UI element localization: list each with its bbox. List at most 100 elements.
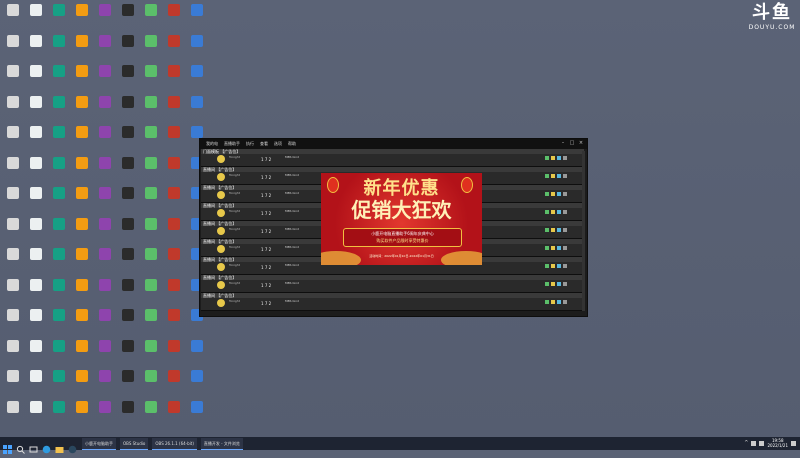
refresh-icon[interactable] bbox=[557, 174, 561, 178]
desktop-shortcut-icon[interactable] bbox=[94, 185, 116, 215]
desktop-shortcut-icon[interactable] bbox=[71, 63, 93, 93]
desktop-shortcut-icon[interactable] bbox=[48, 124, 70, 154]
desktop-shortcut-icon[interactable] bbox=[48, 185, 70, 215]
play-icon[interactable] bbox=[545, 300, 549, 304]
desktop-shortcut-icon[interactable] bbox=[71, 33, 93, 63]
play-icon[interactable] bbox=[545, 210, 549, 214]
desktop-shortcut-icon[interactable] bbox=[140, 2, 162, 32]
more-icon[interactable] bbox=[563, 228, 567, 232]
desktop-shortcut-icon[interactable] bbox=[140, 185, 162, 215]
desktop-shortcut-icon[interactable] bbox=[48, 33, 70, 63]
task-view-icon[interactable] bbox=[29, 439, 39, 453]
notification-icon[interactable] bbox=[791, 440, 796, 446]
desktop-shortcut-icon[interactable] bbox=[117, 124, 139, 154]
taskbar-app[interactable]: 直播开发 - 文件浏览 bbox=[200, 437, 243, 450]
desktop-shortcut-icon[interactable] bbox=[163, 94, 185, 124]
desktop-shortcut-icon[interactable] bbox=[2, 94, 24, 124]
desktop-shortcut-icon[interactable] bbox=[163, 63, 185, 93]
desktop-shortcut-icon[interactable] bbox=[163, 2, 185, 32]
network-icon[interactable] bbox=[751, 440, 757, 446]
desktop-shortcut-icon[interactable] bbox=[2, 2, 24, 32]
menu-item[interactable]: 帮助 bbox=[288, 141, 296, 147]
desktop-shortcut-icon[interactable] bbox=[25, 368, 47, 398]
more-icon[interactable] bbox=[563, 174, 567, 178]
desktop-shortcut-icon[interactable] bbox=[186, 399, 208, 429]
desktop-shortcut-icon[interactable] bbox=[2, 33, 24, 63]
taskbar-app[interactable]: OBS Studio bbox=[120, 437, 149, 450]
desktop-shortcut-icon[interactable] bbox=[140, 368, 162, 398]
more-icon[interactable] bbox=[563, 264, 567, 268]
desktop-shortcut-icon[interactable] bbox=[140, 307, 162, 337]
refresh-icon[interactable] bbox=[557, 300, 561, 304]
edit-icon[interactable] bbox=[551, 228, 555, 232]
maximize-icon[interactable]: □ bbox=[569, 140, 575, 146]
desktop-shortcut-icon[interactable] bbox=[186, 63, 208, 93]
desktop-shortcut-icon[interactable] bbox=[117, 399, 139, 429]
desktop-shortcut-icon[interactable] bbox=[94, 124, 116, 154]
desktop-shortcut-icon[interactable] bbox=[94, 399, 116, 429]
desktop-shortcut-icon[interactable] bbox=[140, 94, 162, 124]
desktop-shortcut-icon[interactable] bbox=[71, 94, 93, 124]
desktop-shortcut-icon[interactable] bbox=[71, 399, 93, 429]
menu-item[interactable]: 选项 bbox=[274, 141, 282, 147]
edit-icon[interactable] bbox=[551, 174, 555, 178]
desktop-shortcut-icon[interactable] bbox=[2, 307, 24, 337]
desktop-shortcut-icon[interactable] bbox=[48, 94, 70, 124]
desktop-shortcut-icon[interactable] bbox=[71, 124, 93, 154]
desktop-shortcut-icon[interactable] bbox=[94, 33, 116, 63]
desktop-shortcut-icon[interactable] bbox=[48, 155, 70, 185]
desktop-shortcut-icon[interactable] bbox=[25, 2, 47, 32]
search-icon[interactable] bbox=[16, 439, 26, 454]
desktop-shortcut-icon[interactable] bbox=[94, 246, 116, 276]
more-icon[interactable] bbox=[563, 210, 567, 214]
desktop-shortcut-icon[interactable] bbox=[25, 277, 47, 307]
edge-browser-icon[interactable] bbox=[42, 439, 52, 454]
desktop-shortcut-icon[interactable] bbox=[2, 399, 24, 429]
promo-banner[interactable]: 新年优惠 促销大狂欢 小鹿开电脑直播助手6周年庆典中心 购买软件产品限时享受特惠… bbox=[321, 173, 482, 265]
taskbar-app[interactable]: 小鹿开电脑助手 bbox=[82, 437, 116, 450]
desktop-shortcut-icon[interactable] bbox=[140, 63, 162, 93]
desktop-shortcut-icon[interactable] bbox=[71, 216, 93, 246]
desktop-shortcut-icon[interactable] bbox=[163, 277, 185, 307]
desktop-shortcut-icon[interactable] bbox=[117, 368, 139, 398]
desktop-shortcut-icon[interactable] bbox=[163, 307, 185, 337]
play-icon[interactable] bbox=[545, 264, 549, 268]
table-row[interactable]: 门面模板 【广告位】 Tonight 1 7 2 MBS bind bbox=[201, 149, 584, 167]
desktop-shortcut-icon[interactable] bbox=[163, 399, 185, 429]
desktop-shortcut-icon[interactable] bbox=[25, 216, 47, 246]
edit-icon[interactable] bbox=[551, 282, 555, 286]
refresh-icon[interactable] bbox=[557, 264, 561, 268]
desktop-shortcut-icon[interactable] bbox=[25, 246, 47, 276]
play-icon[interactable] bbox=[545, 192, 549, 196]
desktop-shortcut-icon[interactable] bbox=[48, 277, 70, 307]
table-row[interactable]: 直播间 【广告位】 Tonight 1 7 2 MBS bind bbox=[201, 293, 584, 311]
desktop-shortcut-icon[interactable] bbox=[117, 33, 139, 63]
desktop-shortcut-icon[interactable] bbox=[71, 2, 93, 32]
edit-icon[interactable] bbox=[551, 246, 555, 250]
desktop-shortcut-icon[interactable] bbox=[71, 277, 93, 307]
desktop-shortcut-icon[interactable] bbox=[25, 155, 47, 185]
desktop-shortcut-icon[interactable] bbox=[2, 338, 24, 368]
desktop-shortcut-icon[interactable] bbox=[117, 216, 139, 246]
desktop-shortcut-icon[interactable] bbox=[2, 185, 24, 215]
desktop-shortcut-icon[interactable] bbox=[25, 338, 47, 368]
volume-icon[interactable] bbox=[759, 440, 765, 446]
play-icon[interactable] bbox=[545, 174, 549, 178]
desktop-shortcut-icon[interactable] bbox=[140, 216, 162, 246]
desktop-shortcut-icon[interactable] bbox=[2, 63, 24, 93]
desktop-shortcut-icon[interactable] bbox=[71, 368, 93, 398]
chevron-up-icon[interactable]: ^ bbox=[744, 440, 748, 446]
refresh-icon[interactable] bbox=[557, 282, 561, 286]
close-icon[interactable]: × bbox=[578, 140, 584, 146]
desktop-shortcut-icon[interactable] bbox=[48, 216, 70, 246]
desktop-shortcut-icon[interactable] bbox=[71, 307, 93, 337]
desktop-shortcut-icon[interactable] bbox=[163, 246, 185, 276]
more-icon[interactable] bbox=[563, 156, 567, 160]
desktop-shortcut-icon[interactable] bbox=[2, 155, 24, 185]
desktop-shortcut-icon[interactable] bbox=[25, 307, 47, 337]
desktop-shortcut-icon[interactable] bbox=[48, 246, 70, 276]
desktop-shortcut-icon[interactable] bbox=[94, 338, 116, 368]
desktop-shortcut-icon[interactable] bbox=[94, 2, 116, 32]
more-icon[interactable] bbox=[563, 246, 567, 250]
scrollbar[interactable] bbox=[582, 151, 585, 311]
